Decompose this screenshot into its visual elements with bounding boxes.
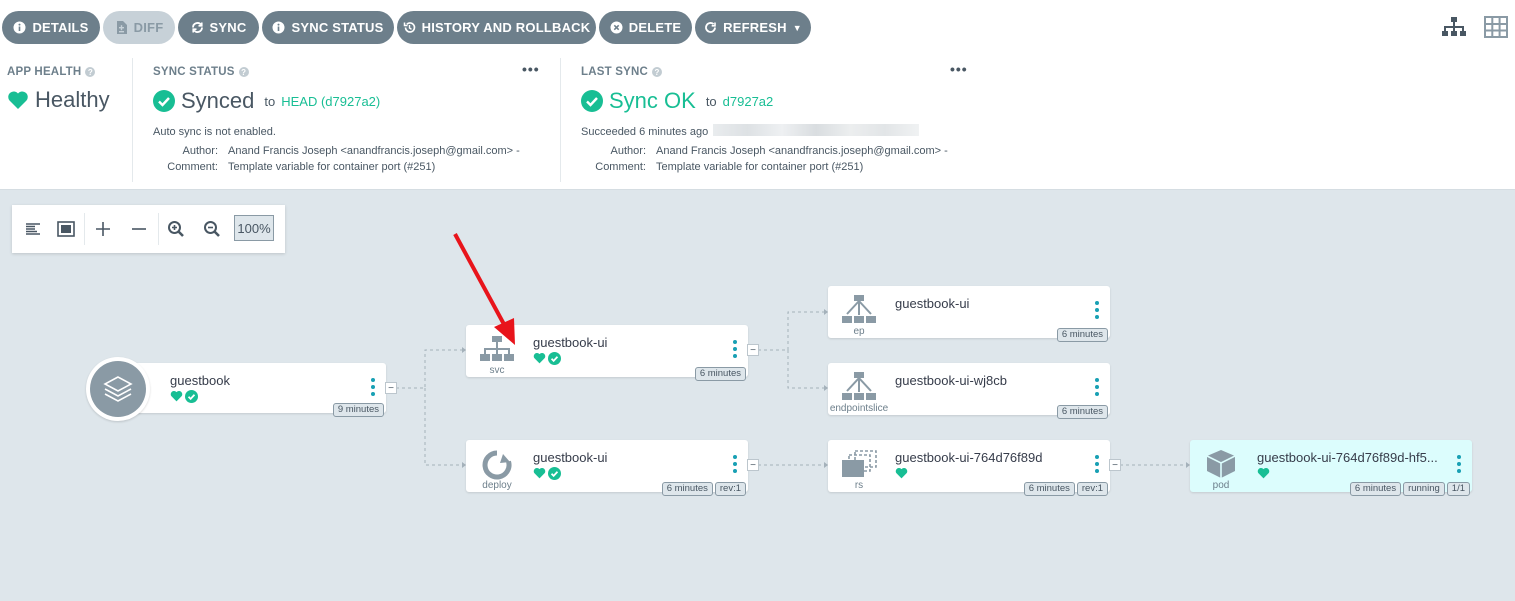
annotation-arrow — [453, 233, 515, 345]
